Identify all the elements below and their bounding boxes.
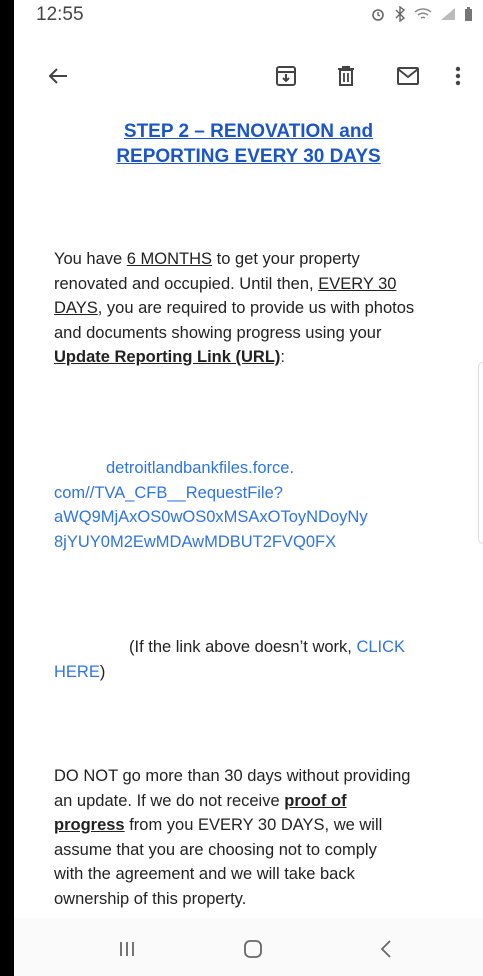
status-icons xyxy=(370,5,473,26)
heading-line: REPORTING EVERY 30 DAYS xyxy=(116,146,381,167)
text-line: DAYS, you are required to provide us wit… xyxy=(54,299,415,317)
update-reporting-link[interactable]: detroitlandbankfiles.force. com//TVA_CFB… xyxy=(54,456,466,554)
archive-icon[interactable] xyxy=(268,60,304,92)
mail-icon[interactable] xyxy=(390,60,426,92)
text-line: (If the link above doesn’t work, CLICK xyxy=(129,638,406,656)
text-line: assume that you are choosing not to comp… xyxy=(54,840,377,859)
arrow-left-icon[interactable] xyxy=(40,60,76,92)
warning-paragraph: DO NOT go more than 30 days without prov… xyxy=(54,764,466,911)
text-line: DO NOT go more than 30 days without prov… xyxy=(54,767,411,785)
edge-panel-handle[interactable] xyxy=(478,362,483,544)
status-bar: 12:55 xyxy=(14,0,483,34)
text-line: You have 6 MONTHS to get your property xyxy=(54,250,360,268)
recents-icon[interactable] xyxy=(107,934,147,964)
system-nav-bar xyxy=(14,918,483,976)
text-line: and documents showing progress using you… xyxy=(54,323,382,342)
trash-icon[interactable] xyxy=(328,60,364,92)
alarm-icon xyxy=(370,6,386,26)
text-line: renovated and occupied. Until then, EVER… xyxy=(54,274,397,293)
link-line: com//TVA_CFB__RequestFile? xyxy=(54,483,283,502)
signal-icon xyxy=(440,7,456,25)
status-time: 12:55 xyxy=(36,4,84,25)
battery-icon xyxy=(464,6,473,26)
renovation-paragraph: You have 6 MONTHS to get your property r… xyxy=(54,247,466,370)
text-line: progress from you EVERY 30 DAYS, we will xyxy=(54,816,383,834)
text-line: HERE) xyxy=(54,662,106,681)
more-vert-icon[interactable] xyxy=(440,60,476,92)
click-here-link[interactable]: CLICK xyxy=(356,638,405,656)
heading-line: STEP 2 – RENOVATION and xyxy=(123,121,374,142)
home-icon[interactable] xyxy=(233,934,273,964)
back-chevron-icon[interactable] xyxy=(366,934,406,964)
phone-screen: 12:55 STEP 2 – RENOVATION and REPORTING … xyxy=(14,0,483,976)
wifi-icon xyxy=(414,7,432,25)
text-line: an update. If we do not receive proof of xyxy=(54,791,347,810)
fallback-paragraph: (If the link above doesn’t work, CLICK H… xyxy=(54,635,466,684)
text-line: Update Reporting Link (URL): xyxy=(54,348,285,366)
click-here-link[interactable]: HERE xyxy=(54,663,100,681)
link-line: detroitlandbankfiles.force. xyxy=(106,459,295,477)
link-line: aWQ9MjAxOS0wOS0xMSAxOToyNDoyNy xyxy=(54,508,368,526)
email-heading[interactable]: STEP 2 – RENOVATION and REPORTING EVERY … xyxy=(14,119,483,169)
link-line: 8jYUY0M2EwMDAwMDBUT2FVQ0FX xyxy=(54,532,337,551)
email-toolbar xyxy=(14,34,483,116)
text-line: ownership of this property. xyxy=(54,889,247,908)
text-line: with the agreement and we will take back xyxy=(54,865,355,883)
bluetooth-icon xyxy=(394,5,406,26)
